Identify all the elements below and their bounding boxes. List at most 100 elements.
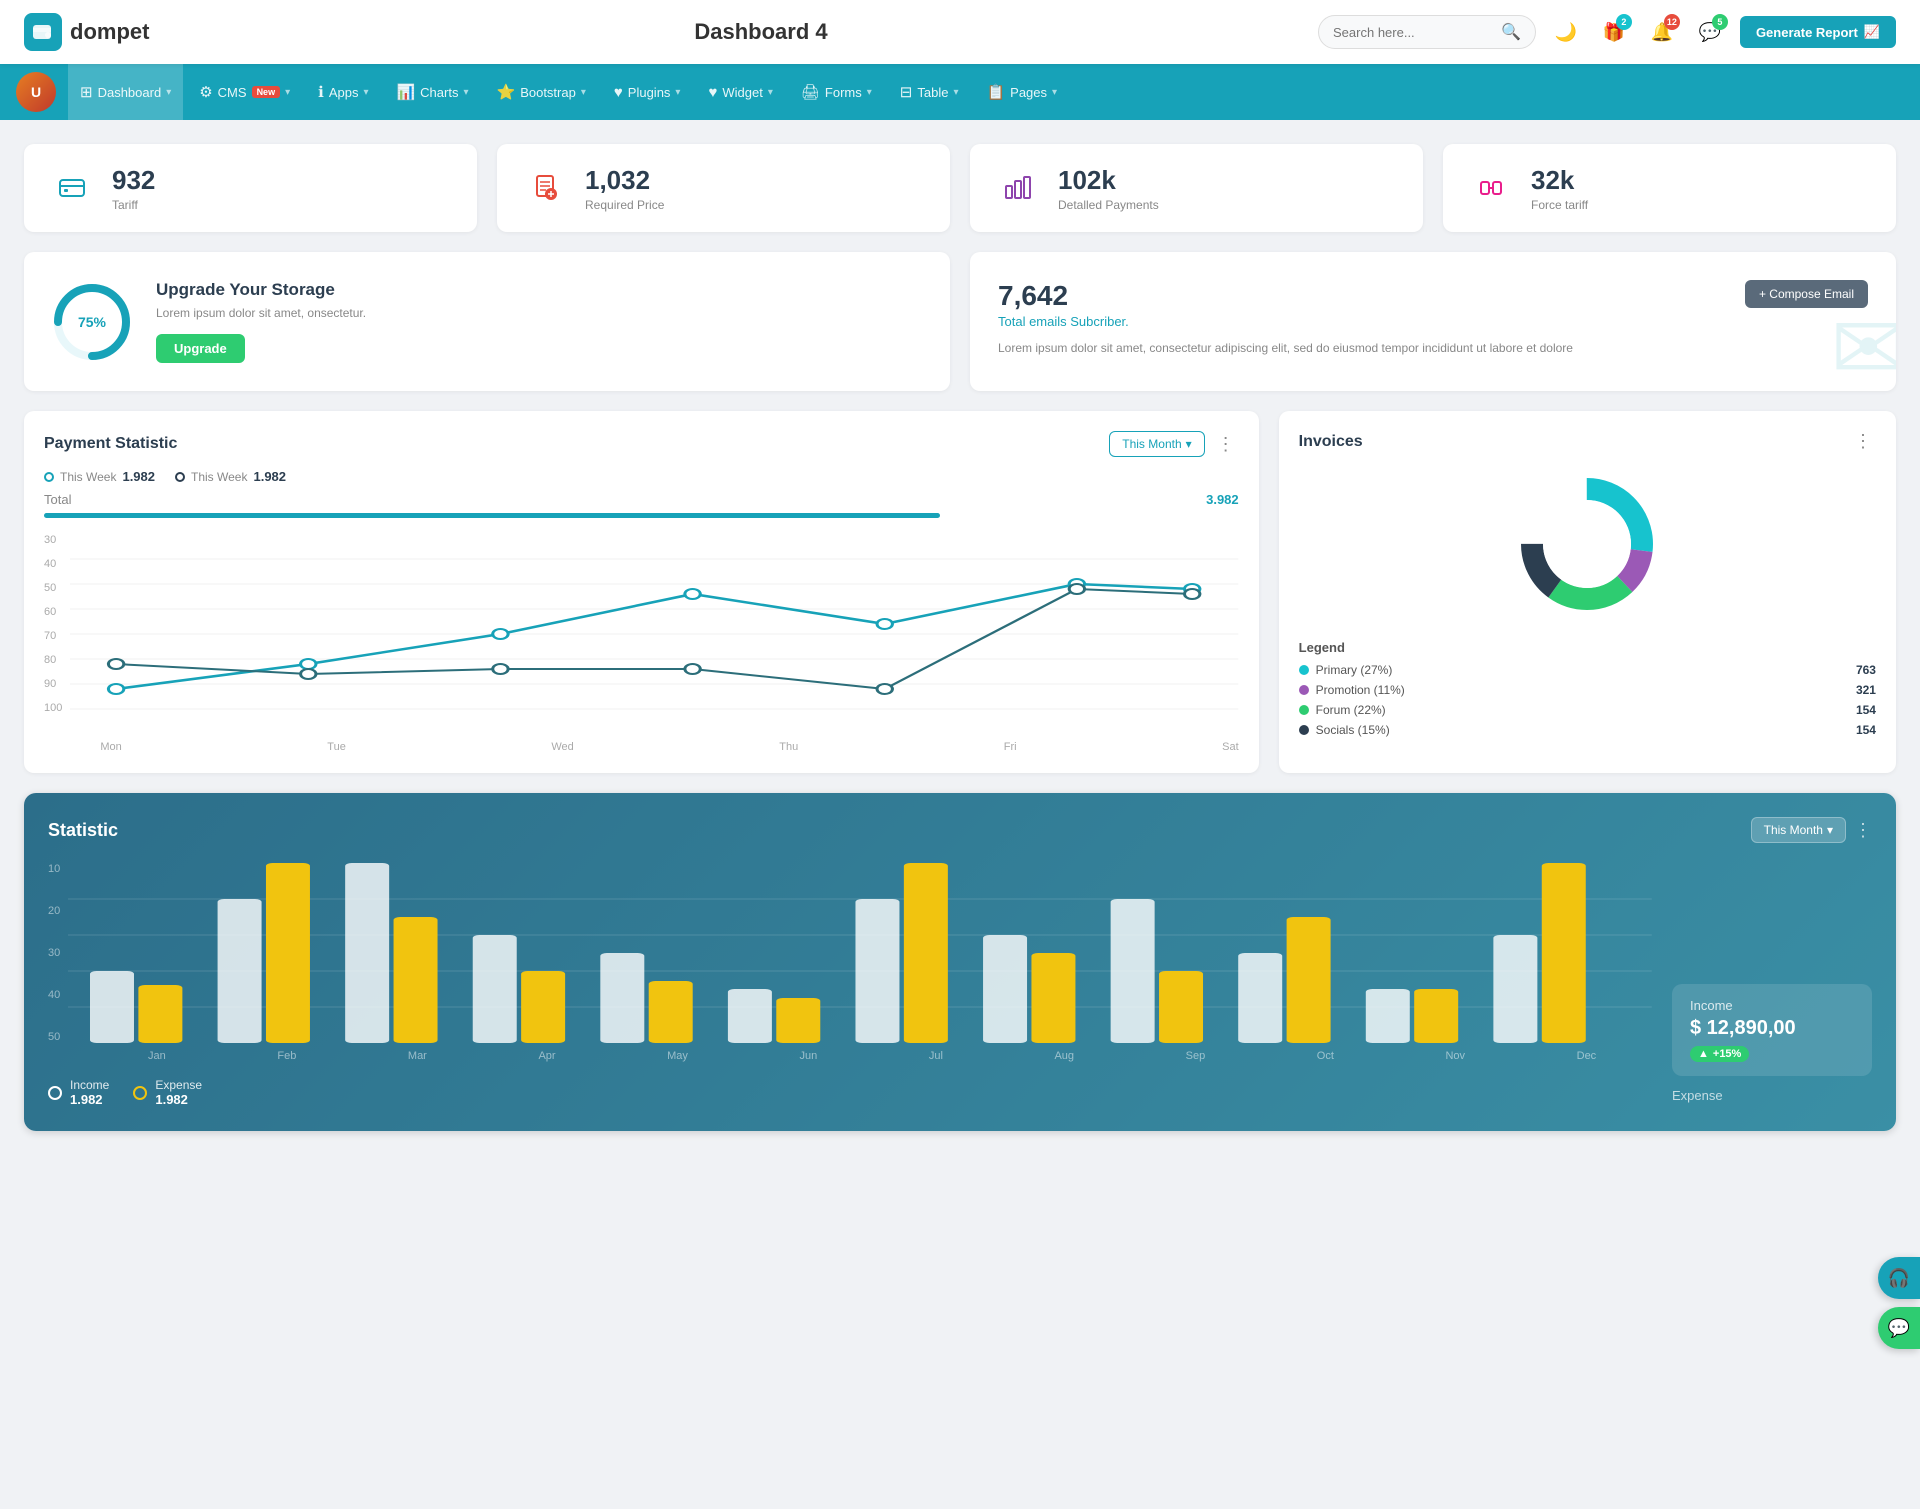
detailed-payments-value: 102k (1058, 165, 1159, 196)
stat-card-force-tariff: 32k Force tariff (1443, 144, 1896, 232)
search-icon: 🔍 (1501, 22, 1521, 42)
bell-icon-btn[interactable]: 🔔 12 (1644, 14, 1680, 50)
inv-dot-primary (1299, 665, 1309, 675)
required-price-icon (521, 164, 569, 212)
nav-item-table[interactable]: ⊟ Table ▾ (888, 64, 971, 120)
moon-icon-btn[interactable]: 🌙 (1548, 14, 1584, 50)
inv-item-3: Socials (15%) 154 (1299, 723, 1876, 737)
nav-bar: U ⊞ Dashboard ▾ ⚙ CMS New ▾ ℹ Apps ▾ 📊 C… (0, 64, 1920, 120)
email-description: Lorem ipsum dolor sit amet, consectetur … (998, 339, 1868, 358)
payment-more-button[interactable]: ⋮ (1213, 434, 1239, 455)
detailed-payments-label: Detalled Payments (1058, 198, 1159, 212)
nav-label-dashboard: Dashboard (98, 85, 162, 100)
invoices-more-button[interactable]: ⋮ (1850, 431, 1876, 452)
force-tariff-label: Force tariff (1531, 198, 1588, 212)
nav-item-plugins[interactable]: ♥ Plugins ▾ (602, 64, 693, 120)
inv-item-0: Primary (27%) 763 (1299, 663, 1876, 677)
chevron-down-icon-plugins: ▾ (675, 87, 680, 98)
nav-item-dashboard[interactable]: ⊞ Dashboard ▾ (68, 64, 183, 120)
chevron-down-icon-payment: ▾ (1186, 437, 1192, 451)
nav-item-widget[interactable]: ♥ Widget ▾ (696, 64, 784, 120)
stat-card-required-price: 1,032 Required Price (497, 144, 950, 232)
chat-bubble-icon: 💬 (1888, 1318, 1910, 1339)
chevron-down-icon-table: ▾ (953, 87, 958, 98)
nav-label-apps: Apps (329, 85, 359, 100)
table-icon: ⊟ (900, 83, 913, 101)
statistic-bottom: Income 1.982 Expense 1.982 (48, 1078, 1652, 1107)
widget-icon: ♥ (708, 84, 717, 101)
chat-badge: 5 (1712, 14, 1728, 30)
statistic-content: 50 40 30 20 10 (48, 863, 1872, 1107)
nav-label-bootstrap: Bootstrap (520, 85, 576, 100)
statistic-header: Statistic This Month ▾ ⋮ (48, 817, 1872, 843)
nav-label-widget: Widget (722, 85, 762, 100)
bar-x-axis: Jan Feb Mar Apr May Jun Jul Aug Sep Oct … (68, 1050, 1652, 1062)
chevron-down-icon-statistic: ▾ (1827, 823, 1833, 837)
nav-item-pages[interactable]: 📋 Pages ▾ (974, 64, 1069, 120)
storage-card: 75% Upgrade Your Storage Lorem ipsum dol… (24, 252, 950, 391)
float-buttons: 🎧 💬 (1878, 1257, 1920, 1349)
legend-item-1: This Week 1.982 (175, 469, 286, 484)
income-panel: Income $ 12,890,00 ▲ +15% Expense (1672, 863, 1872, 1107)
expense-box: Expense (1672, 1088, 1872, 1107)
generate-report-button[interactable]: Generate Report 📈 (1740, 16, 1896, 48)
inv-label-0: Primary (27%) (1316, 663, 1393, 677)
required-price-value: 1,032 (585, 165, 664, 196)
payment-card-header: Payment Statistic This Month ▾ ⋮ (44, 431, 1239, 457)
nav-item-apps[interactable]: ℹ Apps ▾ (306, 64, 380, 120)
statistic-filter-button[interactable]: This Month ▾ (1751, 817, 1846, 843)
statistic-more-button[interactable]: ⋮ (1854, 820, 1872, 841)
cms-new-badge: New (252, 86, 281, 98)
float-support-button[interactable]: 🎧 (1878, 1257, 1920, 1299)
cms-icon: ⚙ (199, 83, 212, 101)
nav-label-table: Table (917, 85, 948, 100)
force-tariff-value: 32k (1531, 165, 1588, 196)
y-axis: 100 90 80 70 60 50 40 30 (44, 534, 70, 734)
storage-description: Lorem ipsum dolor sit amet, onsectetur. (156, 306, 366, 320)
payment-title: Payment Statistic (44, 435, 177, 453)
inv-val-0: 763 (1856, 663, 1876, 677)
gift-icon-btn[interactable]: 🎁 2 (1596, 14, 1632, 50)
chat-icon-btn[interactable]: 💬 5 (1692, 14, 1728, 50)
mid-row: 75% Upgrade Your Storage Lorem ipsum dol… (24, 252, 1896, 391)
search-box[interactable]: 🔍 (1318, 15, 1536, 49)
search-input[interactable] (1333, 25, 1493, 40)
gift-badge: 2 (1616, 14, 1632, 30)
line-chart-wrapper: 100 90 80 70 60 50 40 30 (44, 534, 1239, 753)
payment-filter-button[interactable]: This Month ▾ (1109, 431, 1204, 457)
nav-label-plugins: Plugins (628, 85, 671, 100)
forms-icon: 🖨 (801, 83, 820, 101)
inv-val-1: 321 (1856, 683, 1876, 697)
bar-chart-wrapper: 50 40 30 20 10 (48, 863, 1652, 1107)
legend-val-1: 1.982 (253, 469, 286, 484)
nav-item-cms[interactable]: ⚙ CMS New ▾ (187, 64, 302, 120)
plugins-icon: ♥ (614, 84, 623, 101)
nav-item-charts[interactable]: 📊 Charts ▾ (384, 64, 480, 120)
chart-row: Payment Statistic This Month ▾ ⋮ This We… (24, 411, 1896, 773)
income-box-amount: $ 12,890,00 (1690, 1017, 1854, 1040)
email-card-header: 7,642 Total emails Subcriber. + Compose … (998, 280, 1868, 329)
income-badge: ▲ +15% (1690, 1046, 1749, 1062)
chevron-down-icon-apps: ▾ (363, 87, 368, 98)
detailed-payments-icon (994, 164, 1042, 212)
income-box: Income $ 12,890,00 ▲ +15% (1672, 984, 1872, 1076)
income-badge-value: +15% (1713, 1048, 1741, 1060)
inv-dot-forum (1299, 705, 1309, 715)
upgrade-button[interactable]: Upgrade (156, 334, 245, 363)
legend-label-1: This Week (191, 470, 247, 484)
bar-y-axis: 50 40 30 20 10 (48, 863, 68, 1043)
nav-item-bootstrap[interactable]: ⭐ Bootstrap ▾ (485, 64, 598, 120)
invoices-header: Invoices ⋮ (1299, 431, 1876, 452)
total-value: 3.982 (1206, 492, 1239, 507)
tariff-info: 932 Tariff (112, 165, 155, 212)
email-info: 7,642 Total emails Subcriber. (998, 280, 1129, 329)
nav-item-forms[interactable]: 🖨 Forms ▾ (789, 64, 884, 120)
expense-val: 1.982 (155, 1092, 202, 1107)
headset-icon: 🎧 (1888, 1268, 1910, 1289)
float-chat-button[interactable]: 💬 (1878, 1307, 1920, 1349)
bell-badge: 12 (1664, 14, 1680, 30)
force-tariff-info: 32k Force tariff (1531, 165, 1588, 212)
inv-legend-title: Legend (1299, 640, 1876, 655)
income-label: Income (70, 1078, 109, 1092)
required-price-label: Required Price (585, 198, 664, 212)
